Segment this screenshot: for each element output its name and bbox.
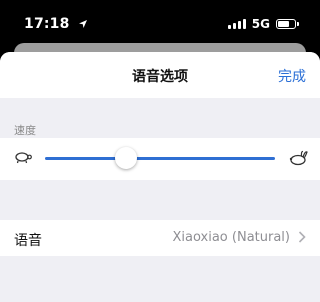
voice-options-sheet: 语音选项 完成 速度 语音 Xiaoxiao (Natural) bbox=[0, 52, 320, 302]
speed-slider-thumb[interactable] bbox=[114, 147, 137, 169]
speed-section-label: 速度 bbox=[14, 124, 36, 137]
voice-value: Xiaoxiao (Natural) bbox=[172, 230, 291, 245]
nav-bar: 语音选项 完成 bbox=[0, 52, 320, 98]
signal-icon bbox=[227, 19, 246, 29]
location-arrow-icon bbox=[78, 20, 87, 28]
voice-select-row[interactable]: 语音 Xiaoxiao (Natural) bbox=[0, 220, 320, 256]
speed-slider-track[interactable] bbox=[45, 157, 275, 160]
speed-slider-row bbox=[0, 138, 320, 180]
status-time: 17:18 bbox=[24, 16, 88, 32]
voice-label: 语音 bbox=[14, 233, 42, 249]
network-type: 5G bbox=[251, 17, 270, 31]
status-bar: 17:18 5G bbox=[0, 0, 320, 40]
turtle-icon bbox=[15, 152, 32, 164]
rabbit-icon bbox=[289, 150, 308, 166]
status-indicators: 5G bbox=[227, 17, 299, 31]
battery-icon bbox=[276, 19, 299, 29]
page-title: 语音选项 bbox=[132, 69, 188, 85]
done-button[interactable]: 完成 bbox=[278, 66, 306, 86]
chevron-right-icon bbox=[298, 231, 306, 243]
time-text: 17:18 bbox=[24, 16, 70, 32]
